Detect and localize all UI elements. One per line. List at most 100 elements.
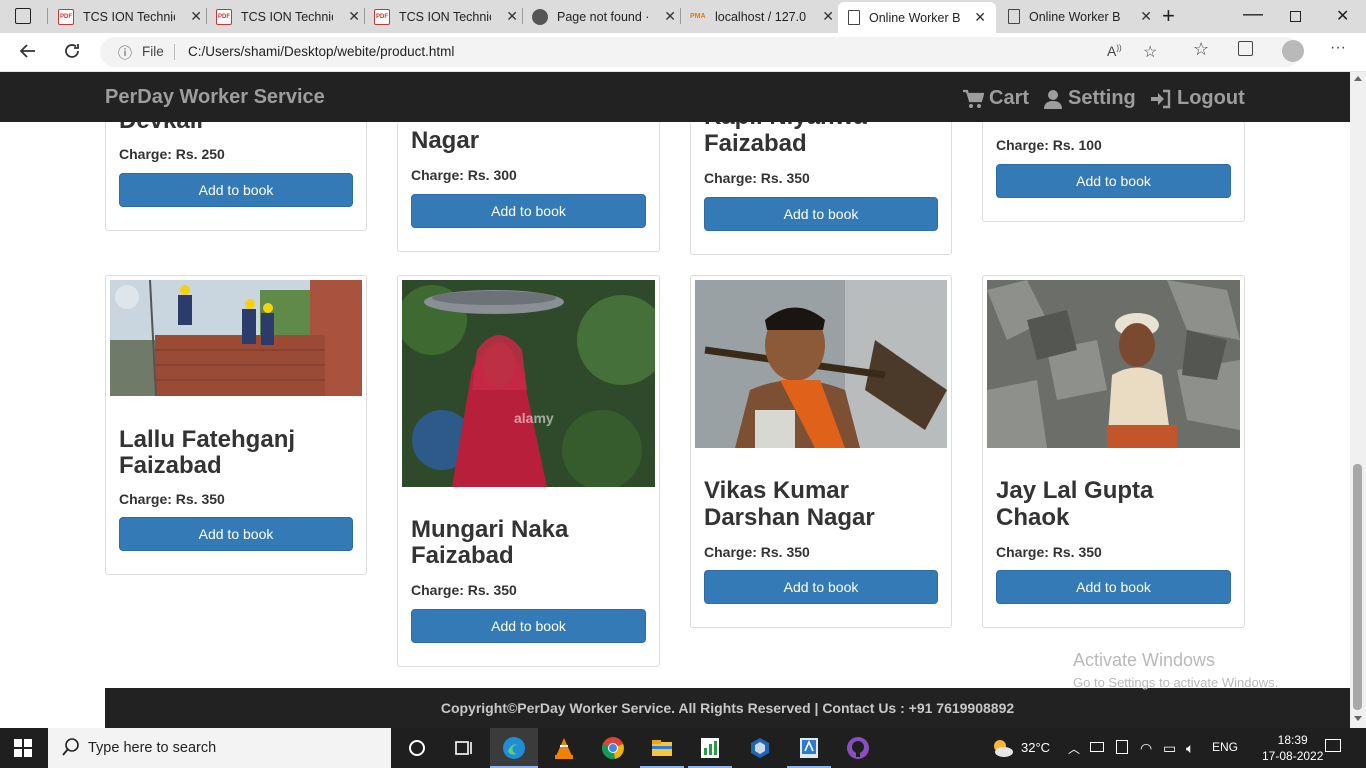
close-icon[interactable]: ✕ <box>822 8 834 25</box>
spreadsheet-app-icon[interactable] <box>698 736 722 760</box>
product-grid: Devkali Charge: Rs. 250 Add to book Naga… <box>0 122 1350 728</box>
url-field[interactable]: ⓘ File C:/Users/shami/Desktop/webite/pro… <box>100 37 1300 67</box>
add-to-book-button[interactable]: Add to book <box>996 164 1231 198</box>
network-icon[interactable] <box>1090 742 1104 752</box>
pdf-icon: PDF <box>58 8 74 25</box>
weather-temperature[interactable]: 32°C <box>1021 740 1050 755</box>
collections-icon[interactable] <box>1238 41 1253 56</box>
virtualbox-icon[interactable] <box>748 736 772 760</box>
tab-7[interactable]: Online Worker Bo ✕ <box>1008 4 1154 29</box>
nav-setting-link[interactable]: Setting <box>1043 87 1136 110</box>
taskbar-search-box[interactable]: Type here to search <box>48 728 391 768</box>
text-editor-icon[interactable] <box>797 736 821 760</box>
add-to-book-button[interactable]: Add to book <box>996 570 1231 604</box>
refresh-icon[interactable] <box>62 41 82 66</box>
new-tab-button[interactable]: + <box>1162 3 1175 29</box>
worker-card: Nagar Charge: Rs. 300 Add to book <box>397 122 660 252</box>
add-to-book-button[interactable]: Add to book <box>411 194 646 228</box>
tab-3[interactable]: PDF TCS ION Technical ✕ <box>374 4 520 29</box>
worker-card: Jay Lal Gupta Chaok Charge: Rs. 350 Add … <box>982 275 1245 628</box>
minimize-button[interactable]: — <box>1243 3 1263 26</box>
scroll-down-arrow[interactable] <box>1354 716 1362 721</box>
add-favorite-icon[interactable]: ☆ <box>1143 42 1157 62</box>
site-brand[interactable]: PerDay Worker Service <box>105 86 325 109</box>
chrome-icon[interactable] <box>601 736 625 760</box>
page-scrollbar[interactable] <box>1350 72 1366 728</box>
weather-icon[interactable] <box>990 738 1014 761</box>
worker-card: Lallu Fatehganj Faizabad Charge: Rs. 350… <box>105 275 367 575</box>
close-icon[interactable]: ✕ <box>348 8 360 25</box>
system-clock[interactable]: 18:39 17-08-2022 <box>1262 732 1323 764</box>
scheme-label: File <box>142 44 164 59</box>
tab-label: Page not found · <box>557 9 649 24</box>
tab-separator <box>47 8 48 24</box>
tab-actions-icon[interactable] <box>15 8 31 24</box>
back-icon[interactable] <box>18 41 38 66</box>
worker-charge: Charge: Rs. 350 <box>411 582 517 598</box>
url-text[interactable]: C:/Users/shami/Desktop/webite/product.ht… <box>188 44 454 59</box>
favorites-icon[interactable]: ☆ <box>1193 39 1209 60</box>
worker-location: Faizabad <box>119 452 222 479</box>
logout-icon <box>1151 89 1171 108</box>
battery-icon[interactable] <box>1116 740 1128 754</box>
tab-separator <box>364 8 365 24</box>
close-icon[interactable]: ✕ <box>664 8 676 25</box>
worker-name: Nagar <box>411 127 480 154</box>
read-aloud-icon[interactable]: A)) <box>1107 43 1122 59</box>
tab-label: Online Worker Bo <box>869 10 961 25</box>
display-icon[interactable]: ▭ <box>1163 740 1176 757</box>
close-icon[interactable]: ✕ <box>190 8 202 25</box>
man-with-shovel-photo <box>695 280 947 448</box>
tab-separator <box>206 8 207 24</box>
worker-name: Vikas Kumar <box>704 477 849 504</box>
notifications-icon[interactable] <box>1325 739 1341 752</box>
cortana-icon[interactable] <box>405 736 429 760</box>
restore-button[interactable] <box>1290 11 1301 22</box>
worker-charge: Charge: Rs. 350 <box>704 544 810 560</box>
scrollbar-thumb[interactable] <box>1353 464 1362 710</box>
close-icon[interactable]: ✕ <box>1140 8 1152 25</box>
wifi-icon[interactable]: ◠ <box>1140 740 1152 757</box>
more-menu-icon[interactable]: ··· <box>1330 39 1346 57</box>
clock-date: 17-08-2022 <box>1262 749 1324 763</box>
vlc-icon[interactable] <box>552 736 576 760</box>
windows-start-icon[interactable] <box>14 739 32 762</box>
nav-logout-label: Logout <box>1177 87 1245 109</box>
nav-cart-link[interactable]: Cart <box>962 87 1029 110</box>
nav-logout-link[interactable]: Logout <box>1150 87 1245 110</box>
search-icon <box>61 737 81 762</box>
volume-icon[interactable]: 🔈︎ <box>1186 740 1194 757</box>
tab-5[interactable]: PMA localhost / 127.0.0 ✕ <box>690 4 836 29</box>
edge-browser-icon[interactable] <box>502 736 526 760</box>
add-to-book-button[interactable]: Add to book <box>411 609 646 643</box>
worker-name: Mungari Naka <box>411 516 569 543</box>
close-icon[interactable]: ✕ <box>506 8 518 25</box>
info-icon[interactable]: ⓘ <box>118 43 132 63</box>
tab-2[interactable]: PDF TCS ION Technical ✕ <box>216 4 362 29</box>
tab-6-active[interactable]: Online Worker Bo ✕ <box>838 2 996 33</box>
add-to-book-button[interactable]: Add to book <box>704 570 938 604</box>
tab-label: TCS ION Technical <box>83 9 175 24</box>
worker-card: Vikas Kumar Darshan Nagar Charge: Rs. 35… <box>690 275 952 628</box>
search-placeholder: Type here to search <box>88 740 217 756</box>
worker-charge: Charge: Rs. 100 <box>996 137 1102 153</box>
task-view-icon[interactable] <box>452 736 476 760</box>
scroll-up-arrow[interactable] <box>1354 76 1362 81</box>
avatar[interactable] <box>1282 40 1304 62</box>
add-to-book-button[interactable]: Add to book <box>119 517 353 551</box>
worker-location: Darshan Nagar <box>704 504 875 531</box>
tab-4[interactable]: Page not found · ✕ <box>532 4 678 29</box>
close-icon[interactable]: ✕ <box>974 9 986 26</box>
tab-1[interactable]: PDF TCS ION Technical ✕ <box>58 4 204 29</box>
github-desktop-icon[interactable] <box>846 736 870 760</box>
stone-worker-photo <box>987 280 1240 448</box>
chevron-up-icon[interactable]: ︿ <box>1068 740 1080 757</box>
file-explorer-icon[interactable] <box>650 736 674 760</box>
worker-charge: Charge: Rs. 350 <box>704 170 810 186</box>
window-close-button[interactable]: ✕ <box>1336 6 1349 26</box>
add-to-book-button[interactable]: Add to book <box>119 173 353 207</box>
add-to-book-button[interactable]: Add to book <box>704 197 938 231</box>
language-indicator[interactable]: ENG <box>1212 740 1238 754</box>
photo-watermark: alamy <box>514 410 554 426</box>
worker-card: Devkali Charge: Rs. 250 Add to book <box>105 122 367 231</box>
